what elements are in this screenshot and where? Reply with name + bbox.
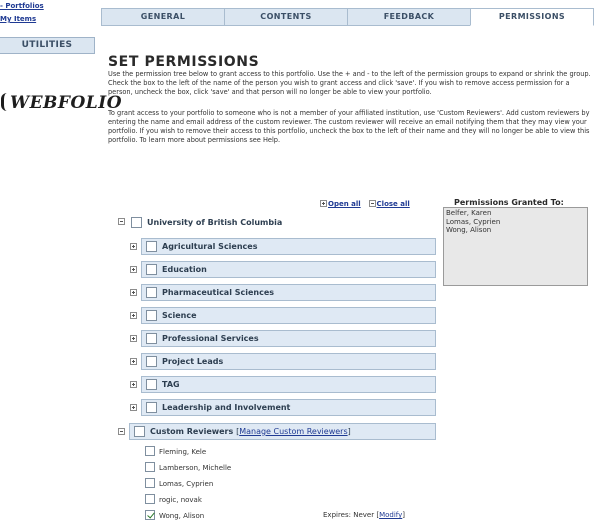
tree-group-label: Project Leads (162, 357, 224, 366)
custom-reviewers-paragraph: To grant access to your portfolio to som… (108, 109, 590, 144)
expand-icon (320, 200, 327, 207)
logo-text: WEBFOLIO (10, 93, 123, 113)
expand-toggle-icon[interactable] (130, 404, 137, 411)
tree-group-row: TAG (141, 376, 436, 393)
reviewer-row: Wong, Alison (145, 510, 204, 522)
tree-group-label: Leadership and Involvement (162, 403, 291, 412)
reviewer-checkbox[interactable] (145, 510, 155, 520)
reviewer-name: Lomas, Cyprien (159, 480, 214, 488)
reviewer-row: Lamberson, Michelle (145, 462, 231, 474)
reviewer-checkbox[interactable] (145, 478, 155, 488)
group-checkbox[interactable] (146, 264, 157, 275)
bracket-close: ] (402, 511, 405, 519)
reviewer-row: rogic, novak (145, 494, 202, 506)
portfolios-link[interactable]: - Portfolios (0, 2, 44, 10)
reviewer-name: Lamberson, Michelle (159, 464, 232, 472)
utilities-tab[interactable]: UTILITIES (0, 37, 95, 54)
tree-group-label: Education (162, 265, 207, 274)
expand-toggle-icon[interactable] (130, 243, 137, 250)
tree-root-row: University of British Columbia (127, 214, 436, 231)
reviewer-checkbox[interactable] (145, 446, 155, 456)
tree-root-label: University of British Columbia (147, 218, 283, 227)
reviewer-row: Lomas, Cyprien (145, 478, 213, 490)
tab-bar: GENERAL CONTENTS FEEDBACK PERMISSIONS (101, 8, 594, 26)
page-title: SET PERMISSIONS (108, 54, 260, 70)
close-all-link[interactable]: Close all (377, 200, 410, 208)
sidebar: - Portfolios My Items UTILITIES WEBFOLIO (0, 0, 122, 525)
permissions-granted-list[interactable]: Belfer, Karen Lomas, Cyprien Wong, Aliso… (443, 207, 588, 286)
tree-group-label: Agricultural Sciences (162, 242, 258, 251)
group-checkbox[interactable] (146, 356, 157, 367)
root-checkbox[interactable] (131, 217, 142, 228)
group-checkbox[interactable] (146, 310, 157, 321)
tree-group-row: Project Leads (141, 353, 436, 370)
instructions-paragraph: Use the permission tree below to grant a… (108, 70, 591, 96)
logo-swoosh-icon (1, 93, 9, 111)
group-checkbox[interactable] (146, 287, 157, 298)
manage-custom-reviewers-link[interactable]: Manage Custom Reviewers (239, 427, 347, 436)
reviewer-name: Wong, Alison (159, 512, 205, 520)
tree-group-label: Professional Services (162, 334, 259, 343)
tree-group-label: Pharmaceutical Sciences (162, 288, 275, 297)
collapse-toggle-icon[interactable] (118, 428, 125, 435)
tab-feedback[interactable]: FEEDBACK (347, 8, 470, 26)
my-items-link[interactable]: My Items (0, 15, 36, 23)
tab-contents[interactable]: CONTENTS (224, 8, 347, 26)
group-checkbox[interactable] (146, 333, 157, 344)
reviewer-checkbox[interactable] (145, 462, 155, 472)
expand-toggle-icon[interactable] (130, 312, 137, 319)
granted-name[interactable]: Wong, Alison (446, 226, 585, 235)
reviewer-row: Fleming, Kele (145, 446, 206, 458)
group-checkbox[interactable] (146, 379, 157, 390)
tab-general[interactable]: GENERAL (101, 8, 224, 26)
granted-name[interactable]: Belfer, Karen (446, 209, 585, 218)
expires-info: Expires: Never [Modify] (323, 511, 405, 519)
custom-reviewers-row: Custom Reviewers [Manage Custom Reviewer… (129, 423, 436, 440)
tree-group-label: Science (162, 311, 197, 320)
granted-name[interactable]: Lomas, Cyprien (446, 218, 585, 227)
webfolio-logo: WEBFOLIO (1, 93, 122, 113)
reviewer-name: rogic, novak (159, 496, 202, 504)
group-checkbox[interactable] (146, 402, 157, 413)
expires-label: Expires: Never (323, 511, 375, 519)
tree-group-row: Science (141, 307, 436, 324)
permissions-granted-title: Permissions Granted To: (454, 198, 564, 207)
collapse-toggle-icon[interactable] (118, 218, 125, 225)
expand-toggle-icon[interactable] (130, 335, 137, 342)
tree-group-row: Education (141, 261, 436, 278)
tree-group-label: TAG (162, 380, 180, 389)
expand-toggle-icon[interactable] (130, 266, 137, 273)
modify-link[interactable]: Modify (379, 511, 402, 519)
collapse-icon (368, 200, 376, 207)
custom-reviewers-checkbox[interactable] (134, 426, 145, 437)
tree-group-row: Leadership and Involvement (141, 399, 436, 416)
group-checkbox[interactable] (146, 241, 157, 252)
tab-permissions[interactable]: PERMISSIONS (470, 8, 594, 26)
open-all-link[interactable]: Open all (328, 200, 361, 208)
expand-toggle-icon[interactable] (130, 289, 137, 296)
expand-toggle-icon[interactable] (130, 381, 137, 388)
tree-group-row: Agricultural Sciences (141, 238, 436, 255)
reviewer-checkbox[interactable] (145, 494, 155, 504)
tree-group-row: Pharmaceutical Sciences (141, 284, 436, 301)
reviewer-name: Fleming, Kele (159, 448, 207, 456)
open-close-controls: Open all Close all (320, 200, 410, 208)
tree-group-row: Professional Services (141, 330, 436, 347)
bracket-close: ] (347, 427, 351, 436)
expand-toggle-icon[interactable] (130, 358, 137, 365)
custom-reviewers-label: Custom Reviewers (150, 427, 234, 436)
